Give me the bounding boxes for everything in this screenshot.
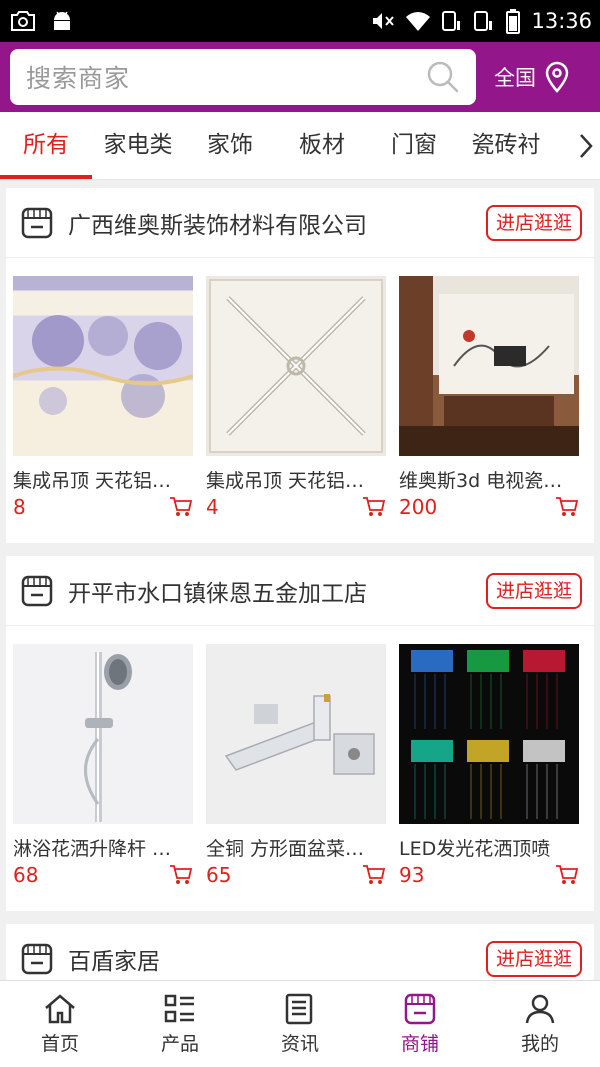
user-icon	[525, 994, 555, 1023]
tab-home-decor[interactable]: 家饰	[184, 112, 276, 179]
cart-icon[interactable]	[362, 864, 386, 886]
battery-icon	[506, 9, 521, 34]
product-name: 集成吊顶 天花铝…	[206, 470, 365, 492]
product-price: 200	[399, 495, 438, 519]
product-name: LED发光花洒顶喷	[399, 838, 551, 860]
product-name: 淋浴花洒升降杆 …	[13, 838, 172, 860]
tab-doors-windows[interactable]: 门窗	[368, 112, 460, 179]
region-selector[interactable]: 全国	[494, 61, 572, 93]
wifi-icon	[406, 12, 431, 31]
cart-icon[interactable]	[555, 496, 579, 518]
search-box[interactable]: 搜索商家	[10, 49, 476, 105]
bottom-nav: 首页 产品 资讯 商铺 我的	[0, 980, 600, 1067]
nav-home-label: 首页	[40, 1032, 79, 1055]
product-row: 淋浴花洒升降杆 … 68 全铜 方形面盆菜… 65 LED发光花洒顶喷 93	[6, 626, 594, 887]
status-time: 13:36	[531, 9, 592, 33]
screenshot-icon	[11, 11, 35, 31]
product-image-wallpaper-tile[interactable]	[13, 276, 193, 456]
product-item[interactable]: LED发光花洒顶喷 93	[399, 644, 579, 887]
nav-me[interactable]: 我的	[480, 981, 600, 1067]
store-icon	[404, 993, 436, 1024]
shop-header: 广西维奥斯装饰材料有限公司 进店逛逛	[6, 188, 594, 258]
nav-products[interactable]: 产品	[120, 981, 240, 1067]
status-bar: 13:36	[0, 0, 600, 42]
nav-home[interactable]: 首页	[0, 981, 120, 1067]
shop-header: 开平市水口镇徕恩五金加工店 进店逛逛	[6, 556, 594, 626]
product-price: 8	[13, 495, 26, 519]
nav-news-label: 资讯	[280, 1032, 319, 1055]
home-icon	[45, 993, 75, 1023]
chevron-right-icon[interactable]	[578, 132, 594, 160]
product-name: 维奥斯3d 电视瓷…	[399, 470, 563, 492]
nav-me-label: 我的	[520, 1032, 559, 1055]
product-image-led-shower[interactable]	[399, 644, 579, 824]
location-pin-icon	[545, 61, 569, 93]
product-name: 集成吊顶 天花铝…	[13, 470, 172, 492]
shop-name[interactable]: 广西维奥斯装饰材料有限公司	[68, 206, 486, 240]
product-price: 4	[206, 495, 219, 519]
product-image-faucet[interactable]	[206, 644, 386, 824]
nav-stores-label: 商铺	[400, 1032, 439, 1055]
product-item[interactable]: 全铜 方形面盆菜… 65	[206, 644, 386, 887]
tab-tiles[interactable]: 瓷砖衬	[460, 112, 552, 179]
sim2-signal-icon	[474, 11, 493, 31]
news-icon	[285, 993, 313, 1024]
shop-name[interactable]: 百盾家居	[68, 942, 486, 976]
cart-icon[interactable]	[555, 864, 579, 886]
product-item[interactable]: 维奥斯3d 电视瓷… 200	[399, 276, 579, 519]
sim1-signal-icon	[442, 11, 461, 31]
cart-icon[interactable]	[169, 864, 193, 886]
shop-name[interactable]: 开平市水口镇徕恩五金加工店	[68, 574, 486, 608]
product-image-shower-rail[interactable]	[13, 644, 193, 824]
product-price: 93	[399, 863, 425, 887]
shop-card: 百盾家居 进店逛逛	[6, 924, 594, 980]
cart-icon[interactable]	[362, 496, 386, 518]
search-icon[interactable]	[426, 60, 460, 94]
product-item[interactable]: 集成吊顶 天花铝… 4	[206, 276, 386, 519]
region-label: 全国	[494, 66, 536, 90]
product-item[interactable]: 集成吊顶 天花铝… 8	[13, 276, 193, 519]
shop-card: 广西维奥斯装饰材料有限公司 进店逛逛 集成吊顶 天花铝… 8 集成吊顶 天花铝……	[6, 188, 594, 543]
product-price: 68	[13, 863, 39, 887]
store-icon	[21, 575, 53, 606]
visit-shop-button[interactable]: 进店逛逛	[485, 204, 582, 241]
store-icon	[21, 207, 53, 238]
product-image-tv-wall[interactable]	[399, 276, 579, 456]
product-price: 65	[206, 863, 232, 887]
nav-stores[interactable]: 商铺	[360, 981, 480, 1067]
product-image-ceiling-panel[interactable]	[206, 276, 386, 456]
shop-header: 百盾家居 进店逛逛	[6, 924, 594, 980]
store-icon	[21, 943, 53, 974]
shop-card: 开平市水口镇徕恩五金加工店 进店逛逛 淋浴花洒升降杆 … 68 全铜 方形面盆菜…	[6, 556, 594, 911]
visit-shop-button[interactable]: 进店逛逛	[485, 940, 582, 977]
search-input[interactable]: 搜索商家	[26, 59, 426, 95]
nav-news[interactable]: 资讯	[240, 981, 360, 1067]
visit-shop-button[interactable]: 进店逛逛	[485, 572, 582, 609]
shop-list: 广西维奥斯装饰材料有限公司 进店逛逛 集成吊顶 天花铝… 8 集成吊顶 天花铝……	[0, 182, 600, 980]
tab-appliances[interactable]: 家电类	[92, 112, 184, 179]
tab-boards[interactable]: 板材	[276, 112, 368, 179]
tabs-scroll-right[interactable]	[556, 112, 600, 179]
tab-all[interactable]: 所有	[0, 112, 92, 179]
top-header: 搜索商家 全国	[0, 42, 600, 112]
cart-icon[interactable]	[169, 496, 193, 518]
product-name: 全铜 方形面盆菜…	[206, 838, 365, 860]
android-icon	[54, 11, 70, 30]
product-row: 集成吊顶 天花铝… 8 集成吊顶 天花铝… 4 维奥斯3d 电视瓷… 200	[6, 258, 594, 519]
mute-icon	[373, 13, 395, 29]
category-tabs: 所有 家电类 家饰 板材 门窗 瓷砖衬	[0, 112, 600, 180]
list-icon	[164, 994, 194, 1022]
nav-products-label: 产品	[160, 1032, 199, 1055]
product-item[interactable]: 淋浴花洒升降杆 … 68	[13, 644, 193, 887]
